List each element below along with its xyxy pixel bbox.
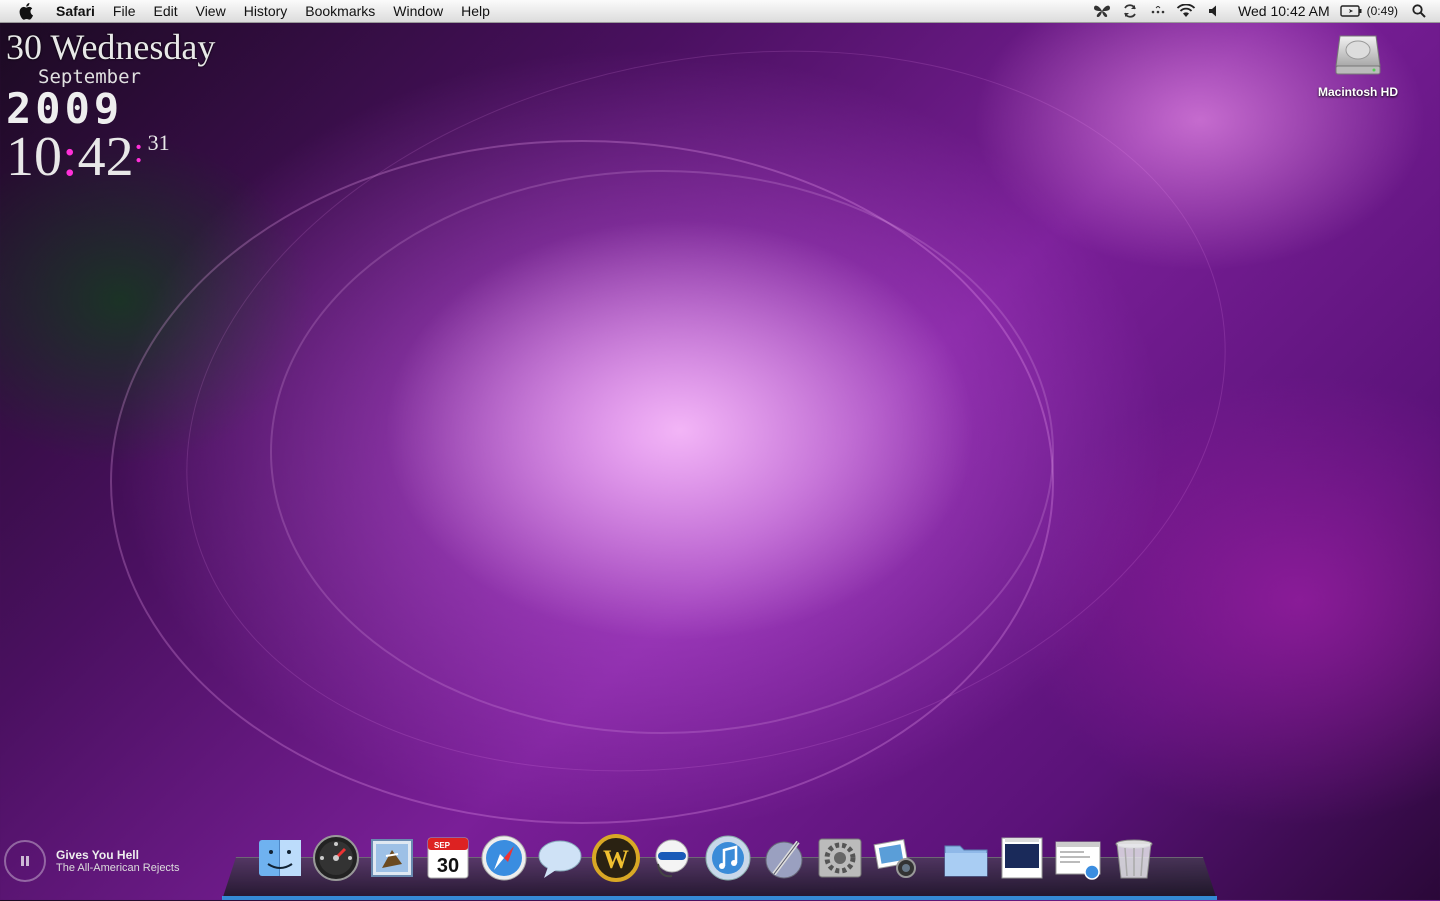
now-playing-text: Gives You Hell The All-American Rejects: [56, 848, 180, 874]
dock-indicator-glow: [222, 896, 1217, 900]
world-of-warcraft-icon[interactable]: W: [590, 830, 642, 886]
macintosh-hd-desktop-icon[interactable]: Macintosh HD: [1310, 28, 1406, 99]
clock-hours: 10: [6, 126, 62, 188]
folder-icon[interactable]: [940, 830, 992, 886]
sync-icon[interactable]: [1119, 0, 1141, 22]
script-editor-icon[interactable]: [758, 830, 810, 886]
track-title: Gives You Hell: [56, 848, 139, 862]
ichat-icon[interactable]: [534, 830, 586, 886]
macintosh-hd-label: Macintosh HD: [1317, 85, 1398, 99]
spotlight-search-icon[interactable]: [1408, 4, 1430, 18]
wifi-icon[interactable]: [1175, 0, 1197, 22]
clock-day: 30: [6, 27, 42, 67]
battery-icon: [1339, 5, 1362, 17]
document-icon[interactable]: [996, 830, 1048, 886]
dots-icon[interactable]: [1147, 0, 1169, 22]
menu-help[interactable]: Help: [452, 0, 499, 22]
calendar-month: SEP: [434, 841, 451, 850]
clock-year: 2009: [6, 84, 124, 133]
clock-time: 10 : 42 : 31: [6, 126, 215, 188]
clock-date-row: 30 Wednesday: [6, 28, 215, 66]
finder-icon[interactable]: [254, 830, 306, 886]
now-playing-widget: Gives You Hell The All-American Rejects: [4, 840, 180, 882]
dock: SEP 30 W: [252, 826, 1162, 886]
clock-minutes: 42: [77, 126, 134, 188]
butterfly-icon[interactable]: [1091, 0, 1113, 22]
menu-app-safari[interactable]: Safari: [50, 0, 104, 22]
menu-window[interactable]: Window: [384, 0, 452, 22]
menu-bar: Safari File Edit View History Bookmarks …: [0, 0, 1440, 23]
status-area: Wed 10:42 AM (0:49): [1088, 0, 1440, 22]
menu-bookmarks[interactable]: Bookmarks: [296, 0, 384, 22]
clock-seconds: 31: [147, 130, 170, 155]
safari-icon[interactable]: [478, 830, 530, 886]
dashboard-icon[interactable]: [310, 830, 362, 886]
clock-colon: :: [62, 126, 78, 188]
desktop-clock-widget: 30 Wednesday September 2009 10 : 42 : 31: [6, 28, 215, 188]
mail-preview-icon[interactable]: [1052, 830, 1104, 886]
menu-history[interactable]: History: [235, 0, 297, 22]
menubar-clock[interactable]: Wed 10:42 AM: [1228, 3, 1340, 19]
battery-status[interactable]: (0:49): [1339, 4, 1408, 18]
wallpaper-ring: [110, 140, 1054, 824]
mail-icon[interactable]: [366, 830, 418, 886]
track-artist: The All-American Rejects: [56, 862, 180, 874]
iphoto-icon[interactable]: [870, 830, 922, 886]
wallpaper-ring: [270, 170, 1054, 734]
ical-icon[interactable]: SEP 30: [422, 830, 474, 886]
pause-icon: [21, 856, 29, 866]
itunes-icon[interactable]: [702, 830, 754, 886]
trash-icon[interactable]: [1108, 830, 1160, 886]
battery-time: (0:49): [1366, 4, 1398, 18]
volume-icon[interactable]: [1203, 0, 1225, 22]
menu-file[interactable]: File: [104, 0, 145, 22]
clock-colon-seconds: :: [133, 130, 144, 170]
system-preferences-icon[interactable]: [814, 830, 866, 886]
apple-menu-icon[interactable]: [18, 2, 36, 20]
menu-view[interactable]: View: [187, 0, 235, 22]
calendar-day: 30: [437, 855, 459, 877]
clock-weekday: Wednesday: [50, 27, 216, 67]
hard-drive-icon: [1335, 35, 1381, 75]
menu-edit[interactable]: Edit: [144, 0, 186, 22]
headset-icon[interactable]: [646, 830, 698, 886]
svg-text:W: W: [603, 845, 629, 874]
wallpaper-ring: [118, 0, 1294, 864]
pause-button[interactable]: [4, 840, 46, 882]
